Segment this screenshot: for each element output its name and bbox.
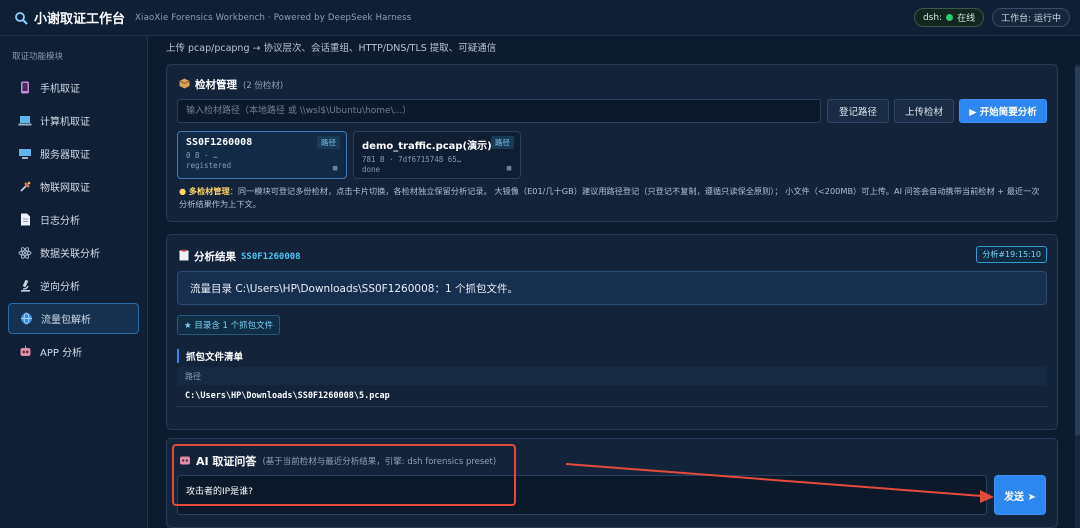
sidebar-item-correlation[interactable]: 数据关联分析: [8, 237, 139, 268]
workspace-status-badge: 工作台: 运行中: [992, 8, 1070, 27]
server-icon: [18, 147, 32, 161]
sidebar-item-label: 逆向分析: [40, 282, 80, 293]
clipboard-icon: [179, 249, 189, 264]
evidence-card-tag: 路径: [317, 136, 340, 149]
evidence-card-tag: 路径: [491, 136, 514, 149]
capture-count-tag: ★ 目录含 1 个抓包文件: [177, 315, 281, 335]
evidence-card-size: 0 B · …: [186, 151, 218, 160]
analysis-result-panel: 分析结果 SS0F1260008 分析#19:15:10 流量目录 C:\Use…: [166, 234, 1058, 430]
sidebar-item-reverse[interactable]: 逆向分析: [8, 270, 139, 301]
upload-evidence-button[interactable]: 上传检材: [894, 99, 954, 123]
ai-subtitle: (基于当前检材与最近分析结果，引擎: dsh forensics preset): [262, 457, 497, 467]
phone-icon: [18, 81, 32, 95]
evidence-card-name: demo_traffic.pcap(演示): [362, 141, 492, 152]
sidebar-item-label: APP 分析: [40, 348, 83, 359]
sidebar-item-label: 流量包解析: [41, 315, 91, 326]
sidebar-item-app[interactable]: APP 分析: [8, 336, 139, 367]
dsh-status-label: dsh:: [922, 12, 943, 23]
evidence-card-mark: ◼: [332, 164, 338, 172]
result-panel-header: 分析结果 SS0F1260008: [179, 249, 301, 264]
sidebar-section-title: 取证功能模块: [12, 52, 64, 62]
table-row[interactable]: C:\Users\HP\Downloads\SS0F1260008\5.pcap: [177, 385, 1047, 407]
sidebar-item-label: 物联网取证: [40, 183, 90, 194]
sidebar-item-label: 服务器取证: [40, 150, 90, 161]
ai-qa-panel: AI 取证问答 (基于当前检材与最近分析结果，引擎: dsh forensics…: [166, 438, 1058, 528]
sidebar-item-label: 计算机取证: [40, 117, 90, 128]
sidebar-item-traffic[interactable]: 流量包解析: [8, 303, 139, 334]
result-summary: 流量目录 C:\Users\HP\Downloads\SS0F1260008：1…: [177, 271, 1047, 305]
robot-icon: [179, 454, 191, 469]
sidebar-item-label: 日志分析: [40, 216, 80, 227]
evidence-title: 检材管理: [195, 79, 237, 91]
send-button[interactable]: 发送 ➤: [994, 475, 1046, 515]
lightbulb-icon: ●: [179, 186, 187, 196]
evidence-card-status: registered: [186, 161, 232, 170]
main-scrollbar-thumb[interactable]: [1075, 66, 1080, 436]
microscope-icon: [18, 279, 32, 293]
app-title: 小谢取证工作台: [34, 12, 126, 27]
package-icon: [179, 78, 190, 92]
evidence-card-mark: ◼: [506, 164, 512, 172]
globe-icon: [19, 312, 33, 326]
evidence-panel-header: 检材管理 (2 份检材): [179, 77, 283, 92]
atom-icon: [18, 246, 32, 260]
evidence-tip-bold: 多检材管理: [188, 186, 230, 196]
sidebar-item-label: 手机取证: [40, 84, 80, 95]
laptop-icon: [18, 114, 32, 128]
capture-list-title: 抓包文件清单: [177, 349, 243, 363]
ai-title: AI 取证问答: [196, 455, 257, 468]
sidebar-item-computer[interactable]: 计算机取证: [8, 105, 139, 136]
ai-panel-header: AI 取证问答 (基于当前检材与最近分析结果，引擎: dsh forensics…: [179, 453, 496, 469]
evidence-card-name: SS0F1260008: [186, 137, 253, 148]
evidence-card-status: done: [362, 165, 381, 174]
table-header-path: 路径: [177, 367, 1047, 385]
start-analysis-button[interactable]: ▶ 开始简要分析: [959, 99, 1047, 123]
robot-icon: [18, 345, 32, 359]
evidence-path-input[interactable]: [177, 99, 821, 123]
iot-icon: [18, 180, 32, 194]
sidebar-item-mobile[interactable]: 手机取证: [8, 72, 139, 103]
result-case-id: SS0F1260008: [241, 251, 301, 262]
main-content: 上传 pcap/pcapng → 协议层次、会话重组、HTTP/DNS/TLS …: [148, 36, 1080, 528]
online-dot-icon: [946, 14, 954, 21]
app-header: 小谢取证工作台 XiaoXie Forensics Workbench · Po…: [0, 0, 1080, 36]
evidence-panel: 检材管理 (2 份检材) 登记路径 上传检材 ▶ 开始简要分析 SS0F1260…: [166, 64, 1058, 222]
evidence-card-size: 781 B · 7df6715748 65…: [362, 155, 462, 164]
evidence-card[interactable]: demo_traffic.pcap(演示) 781 B · 7df6715748…: [353, 131, 521, 179]
ai-question-input[interactable]: 攻击者的IP是谁?: [177, 475, 987, 515]
sidebar-item-label: 数据关联分析: [40, 249, 100, 260]
sidebar-item-server[interactable]: 服务器取证: [8, 138, 139, 169]
document-icon: [18, 213, 32, 227]
analysis-time-badge: 分析#19:15:10: [976, 246, 1047, 263]
sidebar-item-iot[interactable]: 物联网取证: [8, 171, 139, 202]
evidence-tip-text: ：同一模块可登记多份检材，点击卡片切换，各检材独立保留分析记录。 大镜像（E01…: [179, 186, 1040, 209]
sidebar-item-logs[interactable]: 日志分析: [8, 204, 139, 235]
evidence-card[interactable]: SS0F1260008 0 B · … registered 路径 ◼: [177, 131, 347, 179]
app-subtitle: XiaoXie Forensics Workbench · Powered by…: [135, 12, 412, 23]
result-title: 分析结果: [194, 251, 236, 263]
module-intro: 上传 pcap/pcapng → 协议层次、会话重组、HTTP/DNS/TLS …: [166, 43, 497, 54]
register-path-button[interactable]: 登记路径: [827, 99, 889, 123]
dsh-status-badge: dsh: 在线: [913, 8, 985, 27]
dsh-status-value: 在线: [957, 14, 976, 24]
evidence-tip: ● 多检材管理：同一模块可登记多份检材，点击卡片切换，各检材独立保留分析记录。 …: [179, 185, 1047, 211]
evidence-count: (2 份检材): [243, 80, 284, 91]
capture-file-table: 路径 C:\Users\HP\Downloads\SS0F1260008\5.p…: [177, 367, 1047, 407]
magnifier-logo-icon: [15, 11, 28, 25]
sidebar: 取证功能模块 手机取证 计算机取证 服务器取证 物联网取证 日志分析 数据关联分…: [0, 36, 148, 528]
